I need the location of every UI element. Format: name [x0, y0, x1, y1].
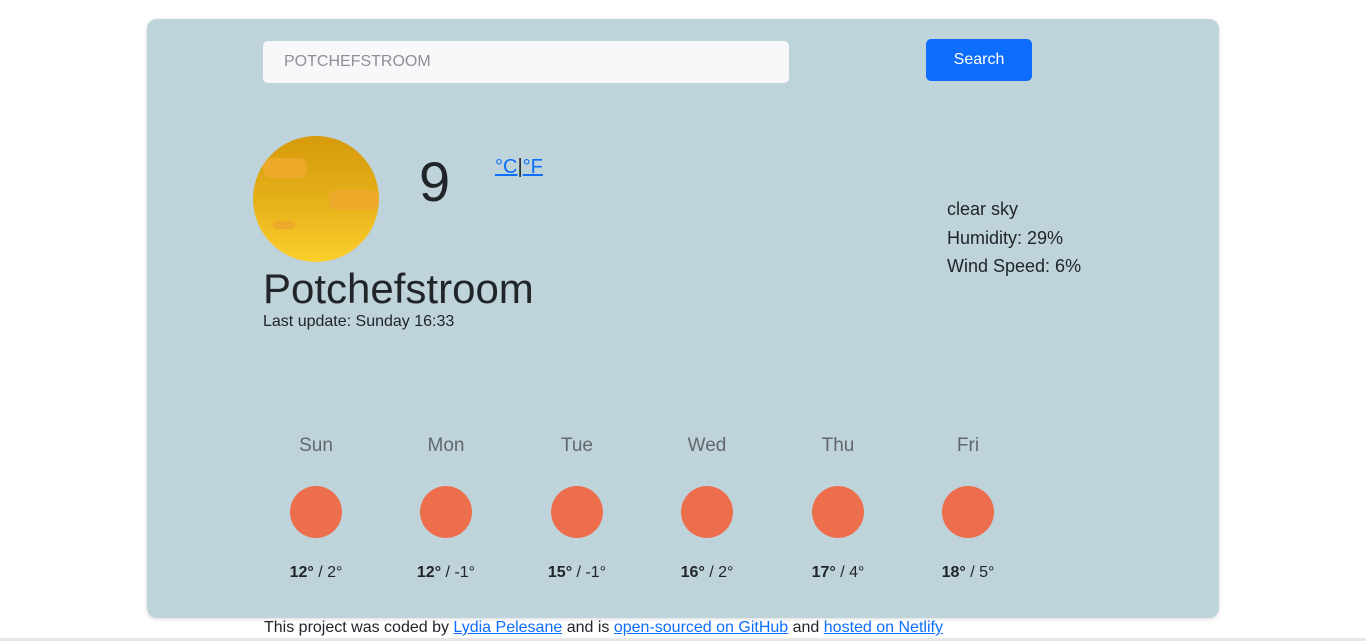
search-button[interactable]: Search: [926, 39, 1032, 81]
forecast-day-name: Mon: [427, 435, 465, 456]
sun-icon: [290, 486, 342, 538]
sun-icon: [942, 486, 994, 538]
humidity: Humidity: 29%: [947, 227, 1064, 248]
forecast-day: Sun 12° / 2°: [256, 431, 376, 582]
weather-details: clear sky Humidity: 29% Wind Speed: 6%: [947, 195, 1081, 281]
forecast-day-name: Sun: [299, 435, 333, 456]
forecast-temperatures: 15° / -1°: [517, 564, 637, 582]
unit-switcher: °C|°F: [495, 156, 543, 179]
wind-speed: Wind Speed: 6%: [947, 256, 1082, 276]
forecast-day-name: Fri: [956, 435, 980, 456]
weather-description: clear sky: [947, 199, 1019, 219]
city-name: Potchefstroom: [263, 265, 534, 312]
forecast-min: / 2°: [704, 564, 734, 581]
author-link[interactable]: Lydia Pelesane: [453, 619, 562, 636]
sun-icon: [420, 486, 472, 538]
footer-text: and: [788, 619, 824, 636]
forecast-temperatures: 12° / 2°: [256, 564, 376, 582]
city-search-input[interactable]: [263, 41, 789, 83]
forecast-max: 17°: [811, 564, 836, 581]
footer: This project was coded by Lydia Pelesane…: [264, 619, 943, 637]
forecast-temperatures: 16° / 2°: [647, 564, 767, 582]
netlify-link[interactable]: hosted on Netlify: [824, 619, 943, 636]
forecast-min: / -1°: [572, 564, 607, 581]
sun-icon: [681, 486, 733, 538]
forecast-max: 15°: [547, 564, 573, 581]
forecast-day-name: Thu: [821, 435, 855, 456]
sun-icon: [812, 486, 864, 538]
forecast-min: / -1°: [441, 564, 476, 581]
sun-icon: [551, 486, 603, 538]
forecast-max: 12°: [416, 564, 442, 581]
forecast-day-name: Wed: [687, 435, 727, 456]
forecast-max: 12°: [289, 564, 314, 581]
last-update: Last update: Sunday 16:33: [263, 313, 455, 330]
forecast-temperatures: 17° / 4°: [778, 564, 898, 582]
sun-haze-icon: [253, 136, 379, 262]
forecast-min: / 4°: [835, 564, 865, 581]
forecast-max: 18°: [941, 564, 966, 581]
forecast-day: Tue 15° / -1°: [517, 431, 637, 582]
forecast-day: Thu 17° / 4°: [778, 431, 898, 582]
forecast-min: / 5°: [965, 564, 995, 581]
forecast-max: 16°: [680, 564, 705, 581]
github-link[interactable]: open-sourced on GitHub: [614, 619, 788, 636]
current-temperature: 9: [419, 150, 451, 213]
fahrenheit-link[interactable]: °F: [523, 156, 543, 178]
forecast-min: / 2°: [313, 564, 343, 581]
weather-card: Search 9 °C|°F Potchefstroom Last update…: [147, 19, 1219, 618]
forecast-day: Wed 16° / 2°: [647, 431, 767, 582]
forecast-day: Mon 12° / -1°: [386, 431, 506, 582]
forecast-day: Fri 18° / 5°: [908, 431, 1028, 582]
footer-text: This project was coded by: [264, 619, 454, 636]
celsius-link[interactable]: °C: [495, 156, 517, 178]
footer-text: and is: [562, 619, 614, 636]
forecast-temperatures: 12° / -1°: [386, 564, 506, 582]
forecast-day-name: Tue: [560, 435, 594, 456]
forecast-temperatures: 18° / 5°: [908, 564, 1028, 582]
